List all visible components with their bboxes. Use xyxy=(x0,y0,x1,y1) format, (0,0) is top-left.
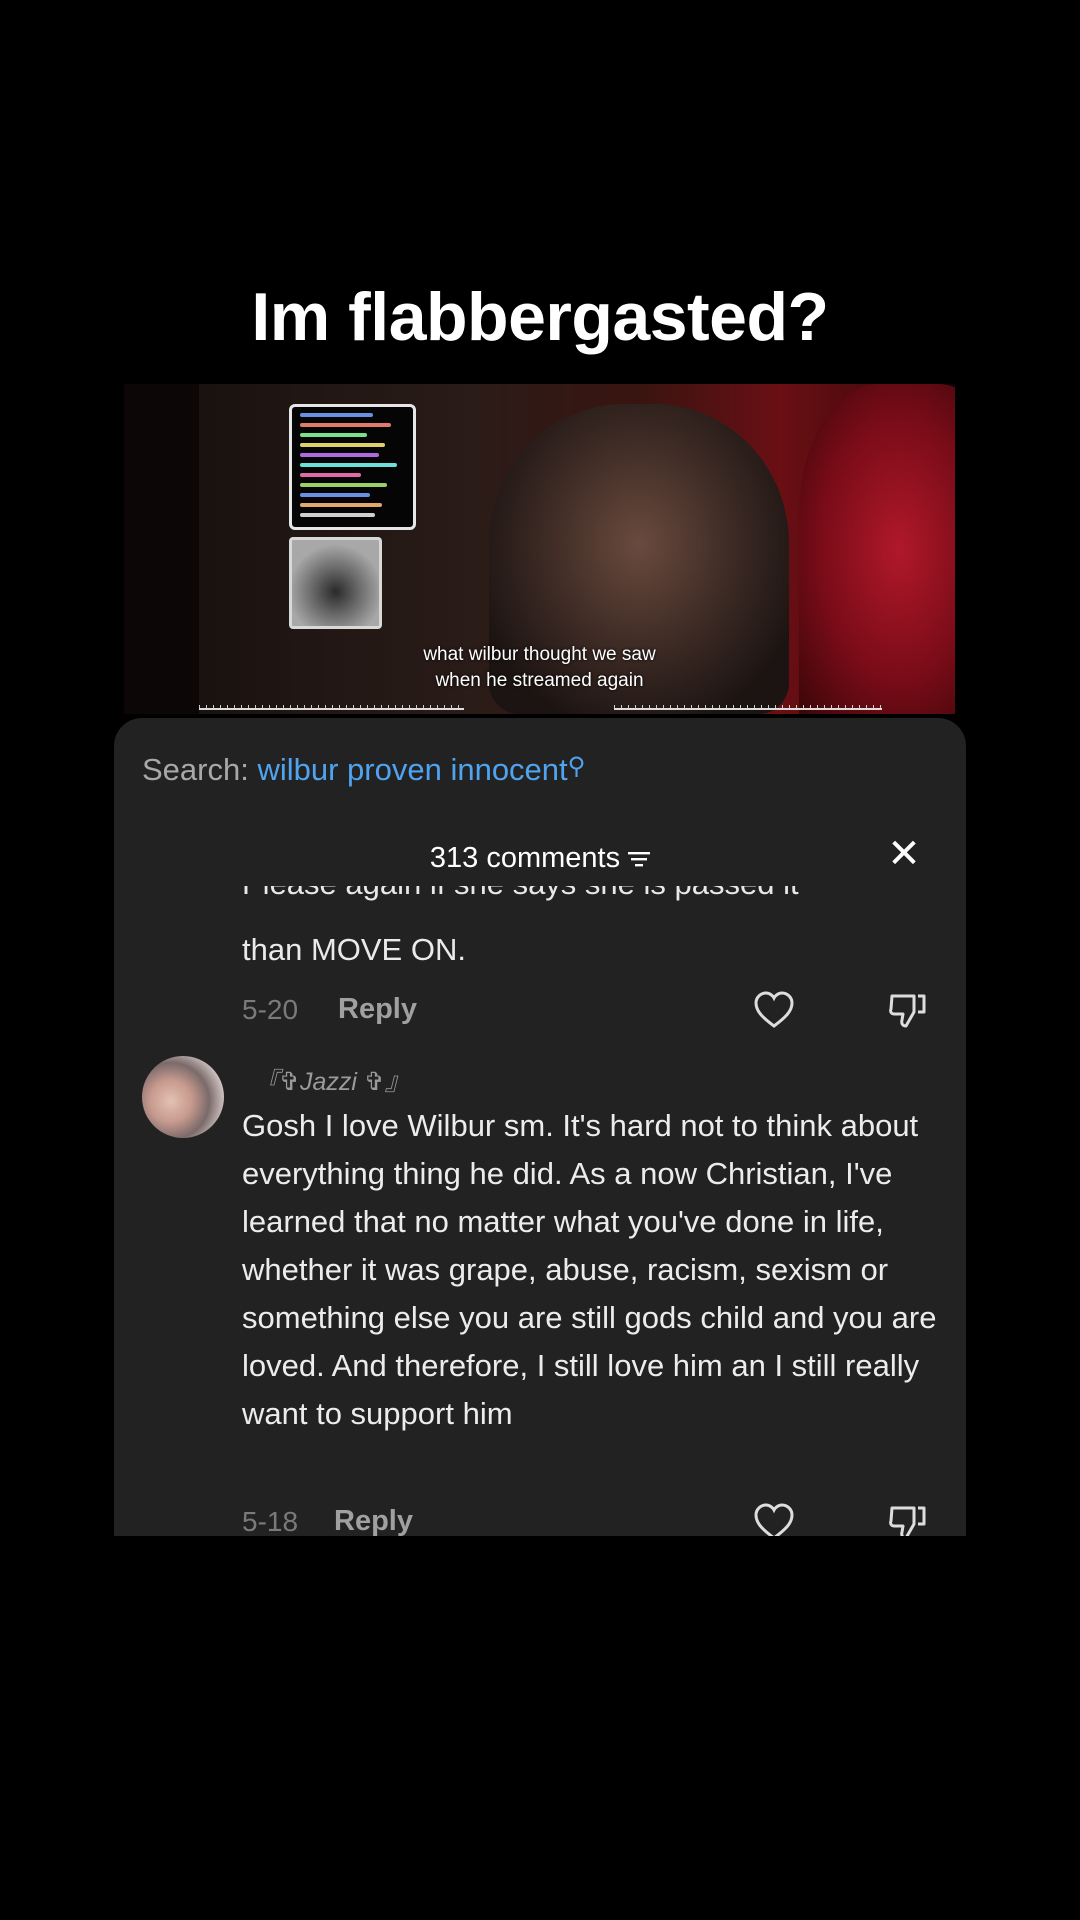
comments-panel: Search: wilbur proven innocent⚲ 313 comm… xyxy=(114,718,966,1536)
avatar[interactable] xyxy=(142,1056,224,1138)
heart-icon[interactable] xyxy=(752,990,796,1030)
video-timeline-right[interactable] xyxy=(614,690,882,710)
filter-icon[interactable] xyxy=(628,851,651,867)
video-caption: what wilbur thought we saw when he strea… xyxy=(423,644,656,691)
close-icon[interactable]: ✕ xyxy=(884,834,924,874)
search-term-link[interactable]: wilbur proven innocent xyxy=(257,752,567,787)
comments-header: 313 comments xyxy=(114,842,966,875)
comment-username[interactable]: 『✞Jazzi ✞』 xyxy=(254,1062,410,1098)
previous-comment-date: 5-20 xyxy=(242,994,299,1025)
previous-comment-cut-line: Please again if she says she is passed i… xyxy=(242,886,942,904)
search-icon[interactable]: ⚲ xyxy=(568,753,586,780)
previous-comment-text: than MOVE ON. xyxy=(242,932,466,967)
comments-count: 313 comments xyxy=(429,842,621,874)
video-timeline-left[interactable] xyxy=(199,690,464,710)
comment-reply-button[interactable]: Reply xyxy=(334,1505,413,1536)
search-label: Search: xyxy=(142,752,249,787)
video-title-overlay: Im flabbergasted? xyxy=(251,279,829,355)
stream-chat-overlay xyxy=(289,404,416,530)
previous-comment-reply-button[interactable]: Reply xyxy=(338,993,417,1026)
search-suggestion[interactable]: Search: wilbur proven innocent⚲ xyxy=(142,752,585,788)
webcam-thumbnail xyxy=(289,537,382,629)
heart-icon[interactable] xyxy=(752,1502,796,1536)
thumbs-down-icon[interactable] xyxy=(886,990,930,1030)
comment-text: Gosh I love Wilbur sm. It's hard not to … xyxy=(242,1108,937,1431)
comment-date: 5-18 xyxy=(242,1506,299,1536)
thumbs-down-icon[interactable] xyxy=(886,1502,930,1536)
video-frame[interactable]: what wilbur thought we saw when he strea… xyxy=(124,384,955,714)
